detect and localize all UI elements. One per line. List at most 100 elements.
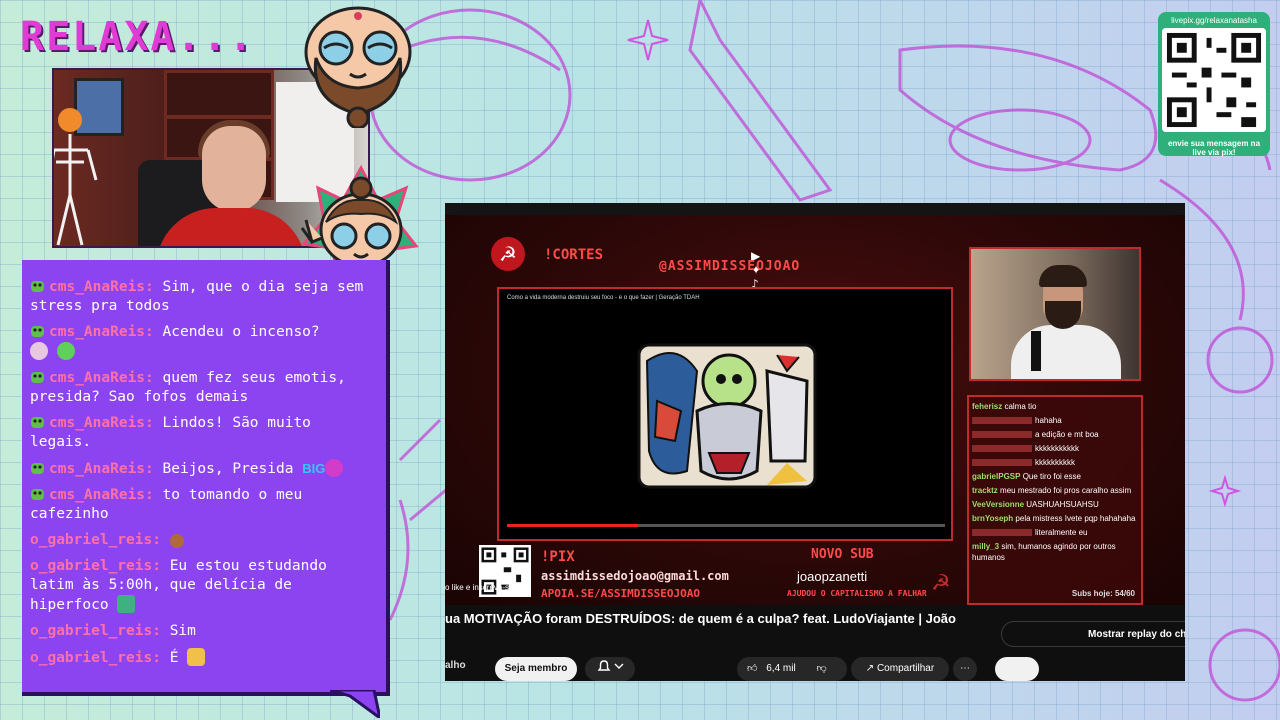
share-button[interactable]: ↗ Compartilhar (851, 657, 949, 681)
chat-username[interactable]: cms_AnaReis: (49, 461, 154, 477)
mini-chat-text: hahaha (1035, 416, 1062, 425)
chat-username[interactable]: cms_AnaReis: (49, 370, 154, 386)
mini-chat-text: a edição e mt boa (1035, 430, 1099, 439)
anime-artwork-image (637, 343, 817, 489)
pix-email: assimdissedojoao@gmail.com (541, 569, 729, 583)
youtube-action-row: alho Seja membro 👍︎ 6,4 mil 👎︎ ↗ Compart… (445, 655, 1185, 681)
chat-username[interactable]: o_gabriel_reis: (30, 532, 161, 548)
mini-chat-text: calma tio (1004, 402, 1037, 411)
chat-username[interactable]: o_gabriel_reis: (30, 558, 161, 574)
chat-username[interactable]: cms_AnaReis: (49, 324, 154, 340)
chat-message: o_gabriel_reis: Eu estou estudando latim… (30, 557, 376, 615)
incense-emote-icon (30, 342, 48, 360)
notification-bell-button[interactable] (585, 657, 635, 681)
livepix-qr-card[interactable]: livepix.gg/relaxanatasha envie sua mensa… (1158, 12, 1270, 157)
new-sub-name: joaopzanetti (797, 569, 868, 584)
chat-message: cms_AnaReis: Acendeu o incenso? (30, 323, 376, 362)
apoia-link: APOIA.SE/ASSIMDISSEOJOAO (541, 587, 700, 600)
more-actions-button[interactable]: ⋯ (953, 657, 977, 681)
chat-text: Beijos, Presida (162, 461, 294, 477)
chat-text: É (169, 650, 179, 666)
frog-badge-icon (31, 489, 44, 500)
mini-chat-user: tracktz (972, 486, 998, 495)
mini-chat-user: gabrielPGSP (972, 472, 1021, 481)
thumbs-down-icon[interactable]: 👎︎ (816, 663, 826, 674)
mini-chat-text: kkkkkkkkkk (1035, 458, 1075, 467)
like-subscribe-text: o like e inscreva-se! (445, 583, 516, 592)
youtube-video-player[interactable]: ☭ !CORTES ▶ ✦ ♪ ◎ @ASSIMDISSEOJOAO Como … (445, 215, 1185, 605)
inner-video-title: Como a vida moderna destruiu seu foco - … (507, 295, 700, 301)
skeleton-decoration-icon (54, 108, 98, 246)
mini-chat-user: feherisz (972, 402, 1003, 411)
chat-text: Acendeu o incenso? (162, 324, 320, 340)
inner-video-progress-bar (507, 524, 945, 527)
heart-emote-icon (325, 459, 344, 477)
channel-handle: @ASSIMDISSEOJOAO (659, 259, 801, 274)
chat-username[interactable]: cms_AnaReis: (49, 415, 154, 431)
chat-message: o_gabriel_reis: (30, 531, 376, 550)
qr-code-icon (1162, 28, 1266, 132)
mini-chat-user: VeeVersionne (972, 500, 1025, 509)
join-membership-button[interactable]: Seja membro (495, 657, 577, 681)
chip-button[interactable] (995, 657, 1039, 681)
mascot-sleepy-face-icon (304, 6, 412, 128)
mini-chat-text: Que tiro foi esse (1022, 472, 1081, 481)
pix-label: !PIX (541, 549, 575, 565)
new-sub-caption: AJUDOU O CAPITALISMO A FALHAR (787, 589, 927, 598)
shared-youtube-window[interactable]: ☭ !CORTES ▶ ✦ ♪ ◎ @ASSIMDISSEOJOAO Como … (445, 203, 1185, 681)
chat-panel[interactable]: cms_AnaReis: Sim, que o dia seja sem str… (22, 260, 390, 696)
bell-icon (597, 660, 624, 671)
channel-name[interactable]: alho (445, 660, 466, 671)
mini-chat-row: VeeVersionne UASHUAHSUAHSU (972, 499, 1138, 510)
mini-chat-user: milly_3 (972, 542, 1000, 551)
mini-chat-row: milly_3 sim, humanos agindo por outros h… (972, 541, 1138, 563)
mini-chat-row: kkkkkkkkkk (972, 457, 1138, 468)
mini-chat-row: hahaha (972, 415, 1138, 426)
mini-chat-row: kkkkkkkkkkk (972, 443, 1138, 454)
chat-message: cms_AnaReis: to tomando o meu cafezinho (30, 486, 376, 524)
frog-badge-icon (31, 417, 44, 428)
like-count: 6,4 mil (766, 663, 796, 674)
chat-text: Sim (169, 623, 196, 639)
chat-message: cms_AnaReis: quem fez seus emotis, presi… (30, 369, 376, 407)
mini-chat-text: pela mistress Ivete pqp hahahaha (1015, 514, 1136, 523)
chat-username[interactable]: o_gabriel_reis: (30, 623, 161, 639)
chat-username[interactable]: o_gabriel_reis: (30, 650, 161, 666)
livepix-url: livepix.gg/relaxanatasha (1171, 16, 1257, 25)
chat-message: cms_AnaReis: Sim, que o dia seja sem str… (30, 278, 376, 316)
subs-today-counter: Subs hoje: 54/60 (1071, 589, 1135, 598)
stream-bottom-banner: o like e inscreva-se! !PIX assimdissedoj… (445, 545, 965, 605)
mini-chat-row: literalmente eu (972, 527, 1138, 538)
frog-badge-icon (31, 463, 44, 474)
frog-badge-icon (31, 281, 44, 292)
youtube-video-title[interactable]: ua MOTIVAÇÃO foram DESTRUÍDOS: de quem é… (445, 611, 956, 626)
embedded-stream-chat: feherisz calma tio hahaha a edição e mt … (967, 395, 1143, 605)
livepix-cta: envie sua mensagem na live via pix! (1167, 139, 1261, 157)
chat-username[interactable]: cms_AnaReis: (49, 487, 154, 503)
show-chat-replay-button[interactable]: Mostrar replay do chat (1001, 621, 1185, 647)
new-sub-label: NOVO SUB (811, 547, 874, 562)
frog-badge-icon (31, 326, 44, 337)
hammer-sickle-icon: ☭ (931, 571, 951, 596)
mini-chat-row: a edição e mt boa (972, 429, 1138, 440)
mini-chat-user: brnYoseph (972, 514, 1014, 523)
mini-chat-row: brnYoseph pela mistress Ivete pqp hahaha… (972, 513, 1138, 524)
guest-shirt (1011, 325, 1121, 379)
guest-hair (1039, 265, 1087, 287)
mini-chat-row: tracktz meu mestrado foi pros caralho as… (972, 485, 1138, 496)
emoji-icon (169, 534, 184, 548)
chat-message: cms_AnaReis: Lindos! São muito legais. (30, 414, 376, 452)
alien-emote-icon (56, 342, 75, 360)
overlay-title: RELAXA... (20, 14, 255, 60)
mini-chat-text: literalmente eu (1035, 528, 1088, 537)
guest-streamer-webcam (969, 247, 1141, 381)
chat-bubble-tail-icon (330, 690, 380, 718)
mini-chat-row: feherisz calma tio (972, 401, 1138, 412)
chat-username[interactable]: cms_AnaReis: (49, 279, 154, 295)
microphone-icon (1031, 331, 1041, 371)
book-emote-icon (117, 595, 136, 613)
share-icon: ↗ (865, 663, 877, 674)
like-button[interactable]: 👍︎ 6,4 mil 👎︎ (737, 657, 847, 681)
chat-message: o_gabriel_reis: Sim (30, 622, 376, 641)
thumbs-up-icon: 👍︎ (747, 663, 758, 674)
